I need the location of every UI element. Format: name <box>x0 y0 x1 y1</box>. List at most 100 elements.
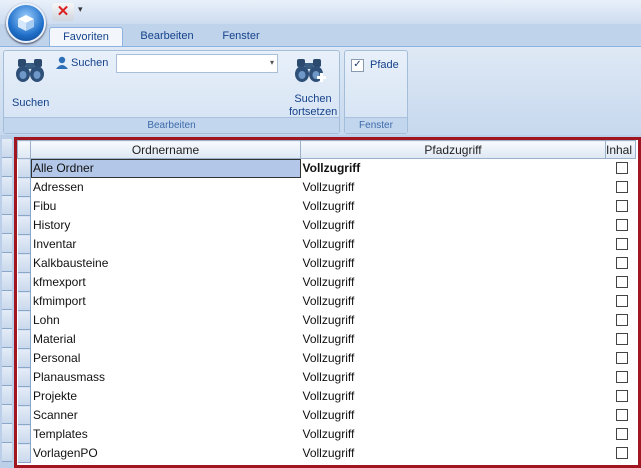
access-cell[interactable]: Vollzugriff <box>301 349 606 368</box>
folder-name-cell[interactable]: Scanner <box>31 406 301 425</box>
folder-name-cell[interactable]: VorlagenPO <box>31 444 301 463</box>
row-indicator[interactable] <box>17 367 31 387</box>
table-row[interactable]: Kalkbausteine Vollzugriff <box>17 253 636 273</box>
content-checkbox[interactable] <box>615 295 628 307</box>
folder-name-cell[interactable]: kfmimport <box>31 292 301 311</box>
row-indicator[interactable] <box>17 405 31 425</box>
access-cell[interactable]: Vollzugriff <box>301 387 606 406</box>
content-checkbox[interactable] <box>615 390 628 402</box>
access-cell[interactable]: Vollzugriff <box>301 311 606 330</box>
folder-name-cell[interactable]: Lohn <box>31 311 301 330</box>
row-indicator[interactable] <box>17 272 31 292</box>
column-header-pfadzugriff[interactable]: Pfadzugriff <box>300 140 606 159</box>
row-indicator[interactable] <box>17 234 31 254</box>
folder-table: Ordnername Pfadzugriff Inhal Alle Ordner… <box>17 140 636 463</box>
folder-name-cell[interactable]: Projekte <box>31 387 301 406</box>
search-small-label[interactable]: Suchen <box>71 57 108 69</box>
table-row[interactable]: Scanner Vollzugriff <box>17 405 636 425</box>
row-indicator[interactable] <box>17 348 31 368</box>
tab-favoriten[interactable]: Favoriten <box>49 27 123 47</box>
table-row[interactable]: Fibu Vollzugriff <box>17 196 636 216</box>
folder-name-cell[interactable]: Inventar <box>31 235 301 254</box>
content-cell <box>606 292 636 311</box>
chevron-down-icon[interactable]: ▾ <box>78 4 83 15</box>
table-row[interactable]: History Vollzugriff <box>17 215 636 235</box>
row-indicator[interactable] <box>17 253 31 273</box>
folder-name-cell[interactable]: Kalkbausteine <box>31 254 301 273</box>
folder-name-cell[interactable]: kfmexport <box>31 273 301 292</box>
content-cell <box>606 387 636 406</box>
row-indicator[interactable] <box>17 424 31 444</box>
folder-name-cell[interactable]: Templates <box>31 425 301 444</box>
row-indicator[interactable] <box>17 215 31 235</box>
content-checkbox[interactable] <box>615 447 628 459</box>
close-icon[interactable]: ✕ <box>52 3 74 21</box>
column-header-ordnername[interactable]: Ordnername <box>30 140 301 159</box>
continue-search-button[interactable]: Suchen fortsetzen <box>284 55 338 118</box>
app-menu-button[interactable] <box>6 3 46 43</box>
access-cell[interactable]: Vollzugriff <box>301 235 606 254</box>
folder-name-cell[interactable]: Planausmass <box>31 368 301 387</box>
row-indicator[interactable] <box>17 196 31 216</box>
content-checkbox[interactable] <box>615 200 628 212</box>
table-row[interactable]: Inventar Vollzugriff <box>17 234 636 254</box>
access-cell[interactable]: Vollzugriff <box>301 197 606 216</box>
row-indicator[interactable] <box>17 177 31 197</box>
content-checkbox[interactable] <box>615 371 628 383</box>
access-cell[interactable]: Vollzugriff <box>301 254 606 273</box>
access-cell[interactable]: Vollzugriff <box>301 216 606 235</box>
access-cell[interactable]: Vollzugriff <box>301 178 606 197</box>
access-cell[interactable]: Vollzugriff <box>301 406 606 425</box>
content-checkbox[interactable] <box>615 314 628 326</box>
row-indicator[interactable] <box>17 329 31 349</box>
content-checkbox[interactable] <box>615 181 628 193</box>
table-row[interactable]: Adressen Vollzugriff <box>17 177 636 197</box>
table-row[interactable]: kfmimport Vollzugriff <box>17 291 636 311</box>
row-indicator[interactable] <box>17 443 31 463</box>
content-checkbox[interactable] <box>615 352 628 364</box>
access-cell[interactable]: Vollzugriff <box>301 425 606 444</box>
content-checkbox[interactable] <box>615 162 628 175</box>
folder-name-cell[interactable]: Material <box>31 330 301 349</box>
folder-name-cell[interactable]: Adressen <box>31 178 301 197</box>
content-checkbox[interactable] <box>615 428 628 440</box>
table-row[interactable]: VorlagenPO Vollzugriff <box>17 443 636 463</box>
folder-name-cell[interactable]: History <box>31 216 301 235</box>
access-cell[interactable]: Vollzugriff <box>301 330 606 349</box>
row-indicator[interactable] <box>17 158 31 178</box>
table-row[interactable]: Templates Vollzugriff <box>17 424 636 444</box>
search-button[interactable]: Suchen <box>8 55 52 109</box>
content-checkbox[interactable] <box>615 333 628 345</box>
access-cell[interactable]: Vollzugriff <box>301 159 606 178</box>
table-row[interactable]: Alle Ordner Vollzugriff <box>17 158 636 178</box>
table-row[interactable]: kfmexport Vollzugriff <box>17 272 636 292</box>
table-row[interactable]: Material Vollzugriff <box>17 329 636 349</box>
row-indicator[interactable] <box>17 291 31 311</box>
folder-name-cell[interactable]: Personal <box>31 349 301 368</box>
column-header-inhalt[interactable]: Inhal <box>605 140 636 159</box>
content-checkbox[interactable] <box>615 219 628 231</box>
access-cell[interactable]: Vollzugriff <box>301 273 606 292</box>
content-checkbox[interactable] <box>615 238 628 250</box>
access-cell[interactable]: Vollzugriff <box>301 368 606 387</box>
content-cell <box>606 235 636 254</box>
content-cell <box>606 178 636 197</box>
tab-fenster[interactable]: Fenster <box>210 27 272 46</box>
pfade-checkbox[interactable]: ✓ <box>351 59 364 72</box>
search-combobox[interactable]: ▾ <box>116 54 278 73</box>
folder-name-cell[interactable]: Fibu <box>31 197 301 216</box>
content-checkbox[interactable] <box>615 276 628 288</box>
content-checkbox[interactable] <box>615 409 628 421</box>
table-row[interactable]: Projekte Vollzugriff <box>17 386 636 406</box>
chevron-down-icon[interactable]: ▾ <box>270 58 274 67</box>
tab-bearbeiten[interactable]: Bearbeiten <box>130 27 204 46</box>
access-cell[interactable]: Vollzugriff <box>301 444 606 463</box>
content-checkbox[interactable] <box>615 257 628 269</box>
table-row[interactable]: Personal Vollzugriff <box>17 348 636 368</box>
row-indicator[interactable] <box>17 310 31 330</box>
row-indicator[interactable] <box>17 386 31 406</box>
folder-name-cell[interactable]: Alle Ordner <box>30 158 301 178</box>
table-row[interactable]: Planausmass Vollzugriff <box>17 367 636 387</box>
access-cell[interactable]: Vollzugriff <box>301 292 606 311</box>
table-row[interactable]: Lohn Vollzugriff <box>17 310 636 330</box>
